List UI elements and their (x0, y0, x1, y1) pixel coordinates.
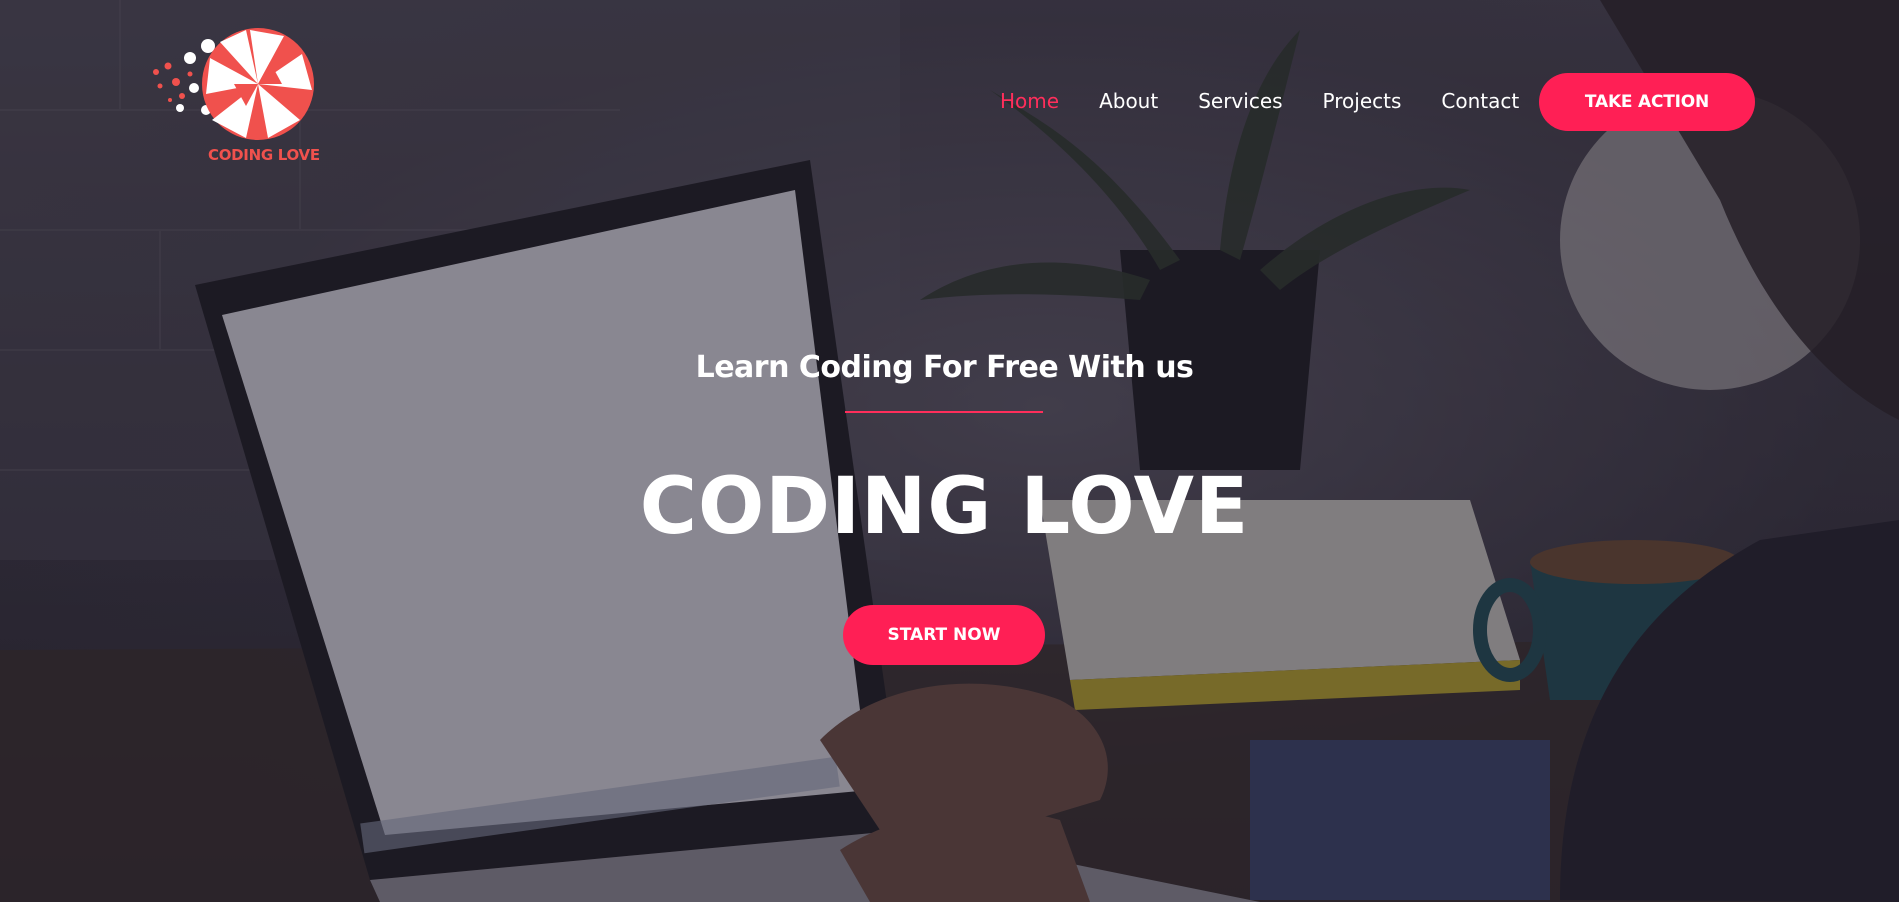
nav-item-projects[interactable]: Projects (1323, 84, 1402, 118)
camera-shutter-logo-icon (153, 28, 314, 140)
take-action-button[interactable]: TAKE ACTION (1539, 73, 1755, 131)
site-logo[interactable]: CODING LOVE (150, 24, 320, 169)
nav-item-contact[interactable]: Contact (1441, 84, 1519, 118)
hero-tagline: Learn Coding For Free With us (695, 350, 1194, 385)
start-now-button[interactable]: START NOW (843, 605, 1045, 665)
main-navigation: Home About Services Projects Contact (1000, 84, 1559, 118)
hero-section: CODING LOVE Home About Services Projects… (0, 0, 1899, 902)
nav-item-about[interactable]: About (1099, 84, 1158, 118)
tagline-divider (845, 411, 1043, 413)
nav-item-services[interactable]: Services (1198, 84, 1282, 118)
logo-wordmark: CODING LOVE (208, 146, 320, 164)
nav-item-home[interactable]: Home (1000, 84, 1059, 118)
hero-headline: CODING LOVE (639, 462, 1250, 552)
